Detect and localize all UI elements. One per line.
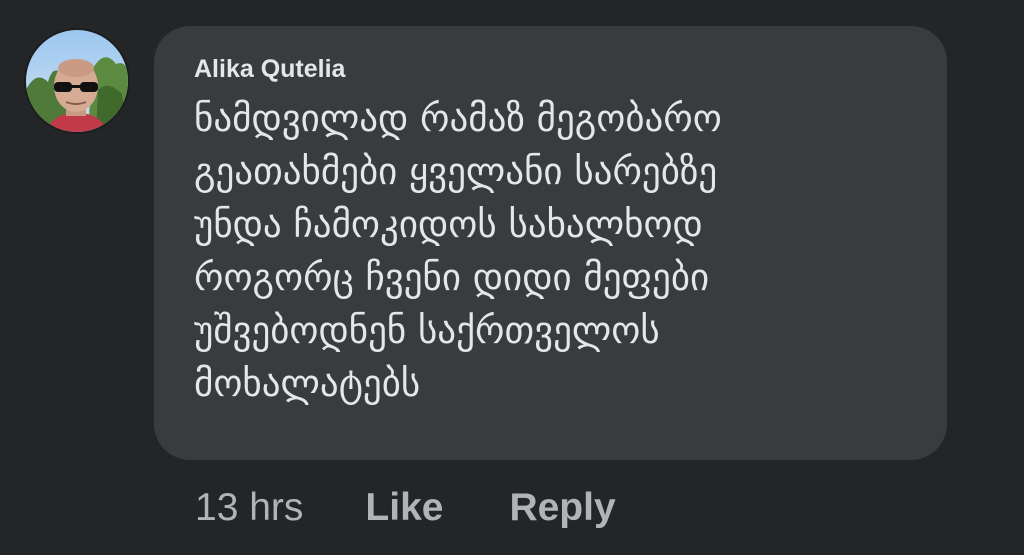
comment-text-line: უნდა ჩამოკიდოს სახალხოდ [194, 203, 703, 246]
comment-actions: 13 hrs Like Reply [195, 486, 616, 530]
avatar-photo-icon [26, 30, 128, 132]
comment-text-line: უშვებოდნენ საქრთველოს [194, 309, 660, 352]
comment-timestamp[interactable]: 13 hrs [195, 486, 303, 530]
comment-bubble: Alika Qutelia ნამდვილად რამაზ მეგობარო გ… [154, 26, 947, 460]
comment-text-line: გეათახმები ყველანი სარებზე [194, 150, 718, 193]
comment-author-name[interactable]: Alika Qutelia [194, 54, 907, 84]
comment-text-line: ნამდვილად რამაზ მეგობარო [194, 97, 722, 140]
author-avatar[interactable] [24, 28, 130, 134]
like-button[interactable]: Like [365, 486, 443, 530]
comment-text-line: მოხალატებს [194, 362, 421, 405]
comment-text-line: როგორც ჩვენი დიდი მეფები [194, 256, 710, 299]
comment-text: ნამდვილად რამაზ მეგობარო გეათახმები ყველ… [194, 92, 907, 410]
reply-button[interactable]: Reply [509, 486, 615, 530]
